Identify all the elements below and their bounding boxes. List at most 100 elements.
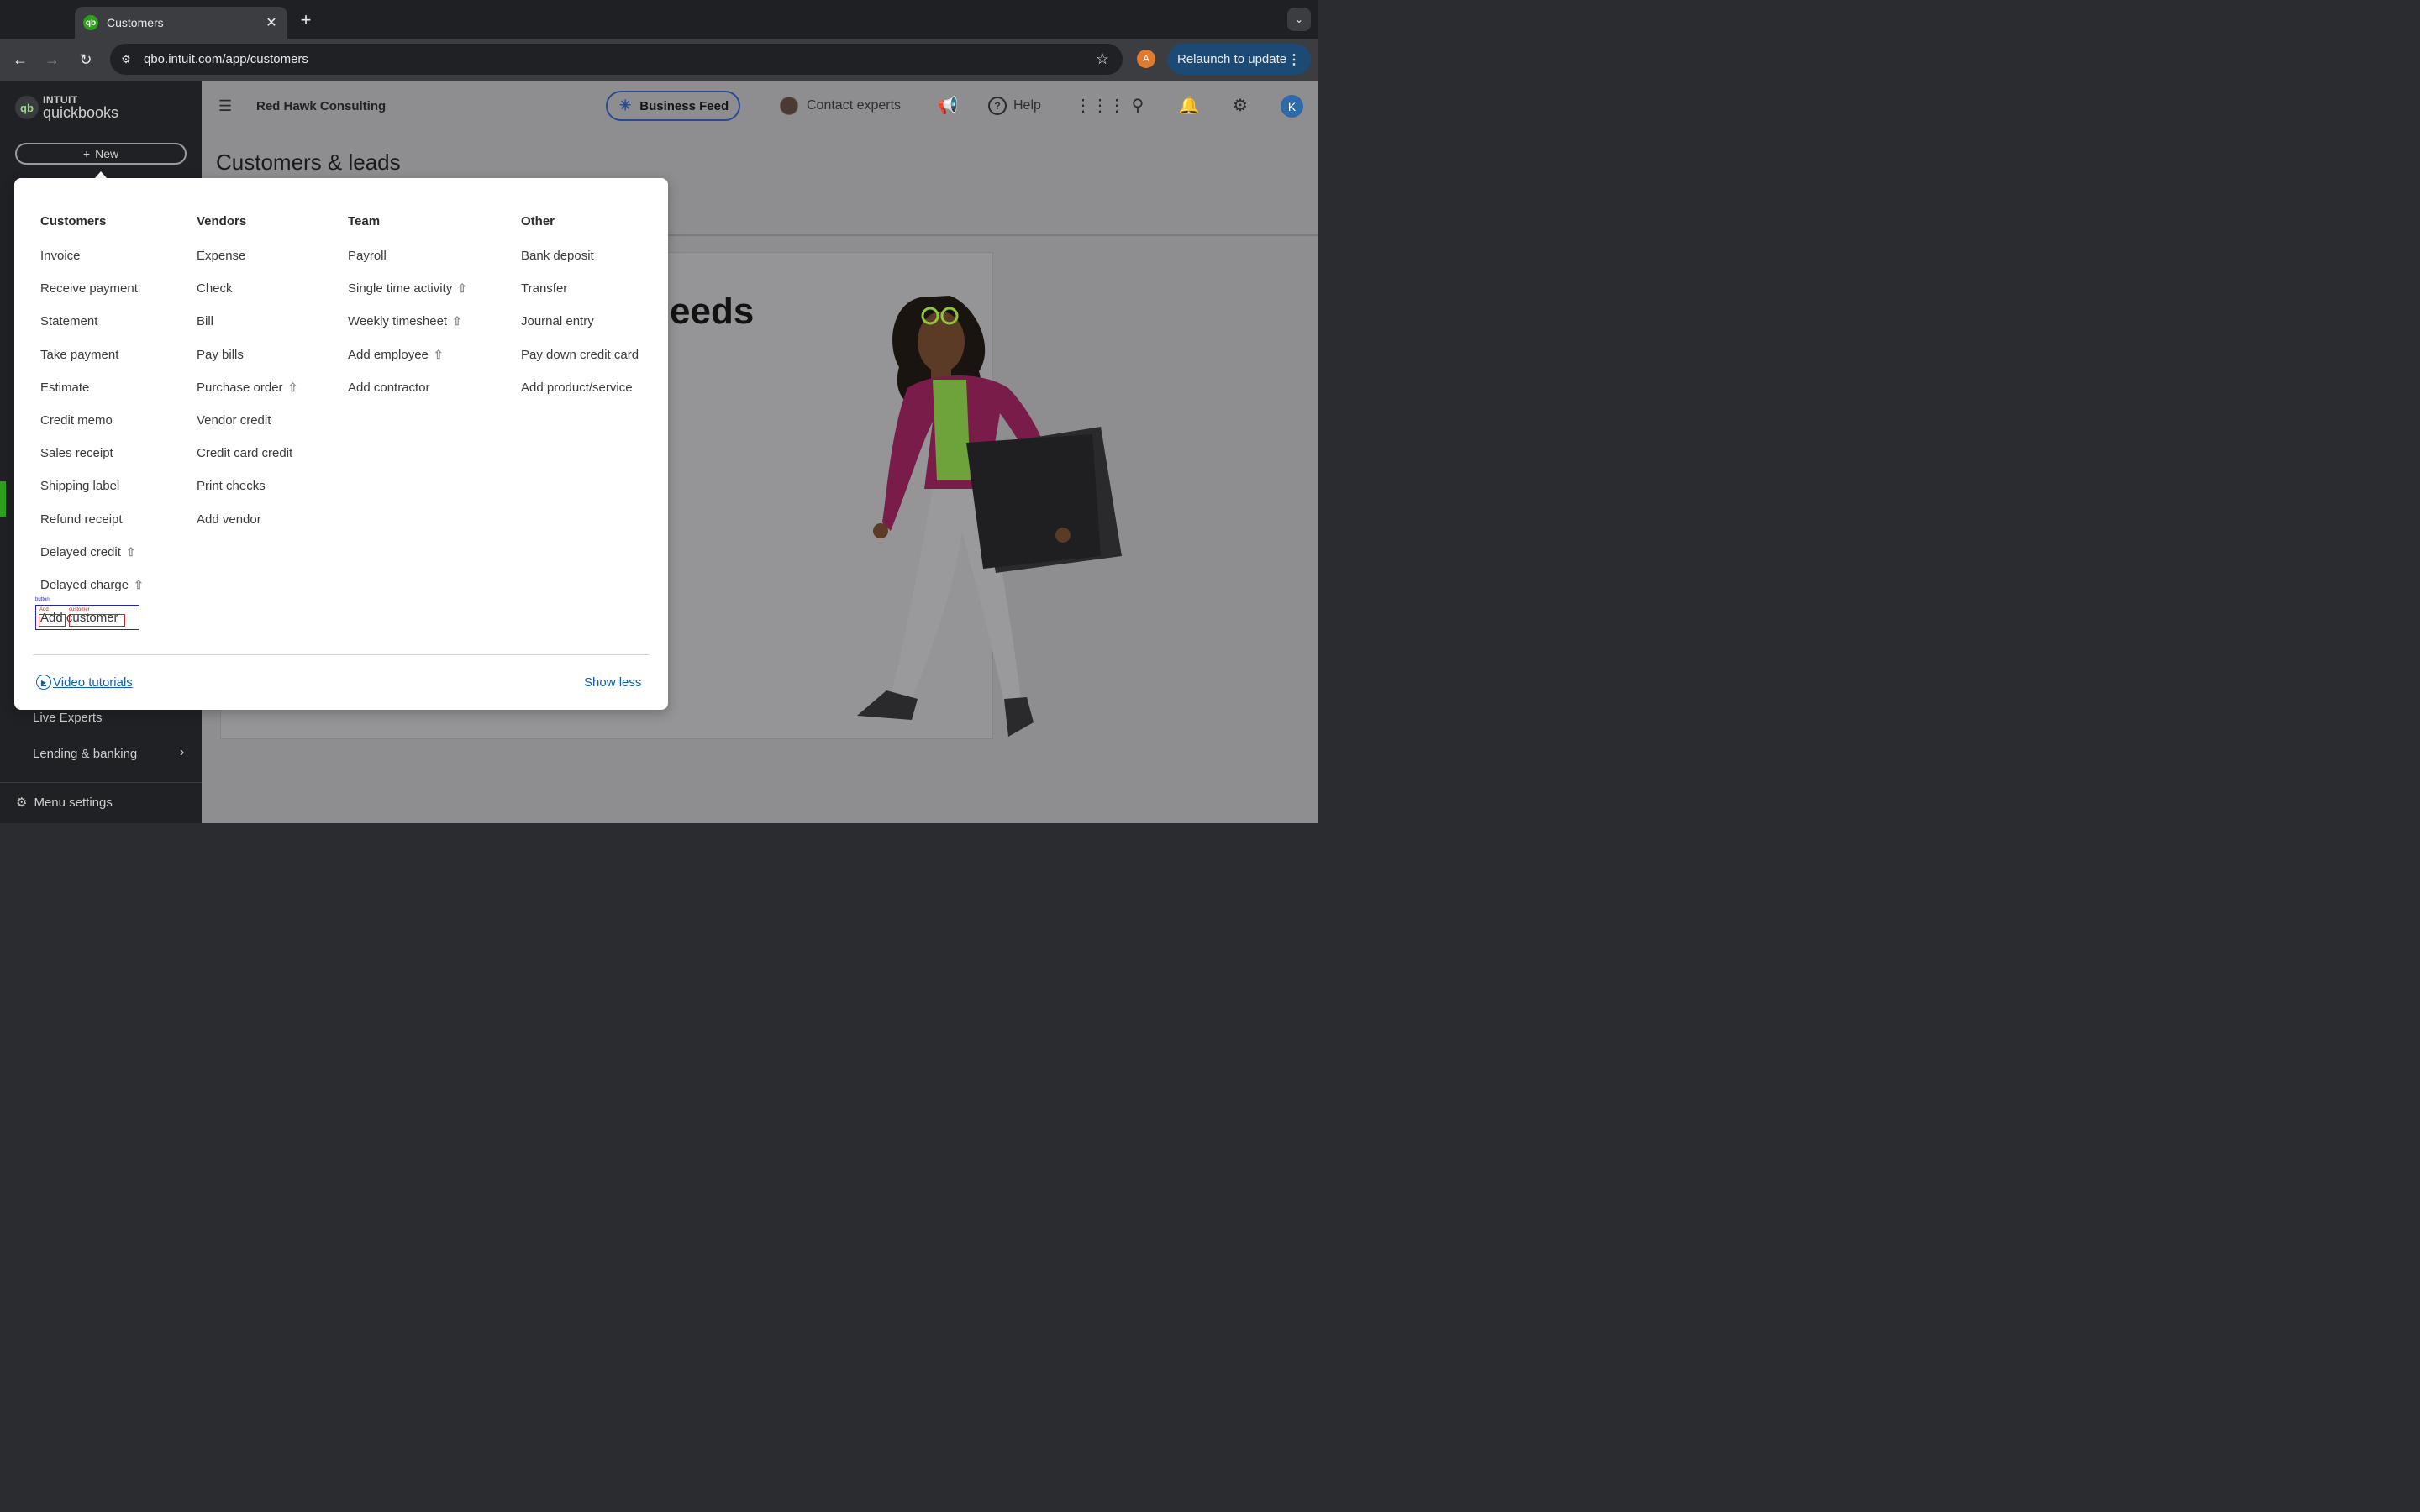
menu-item-invoice[interactable]: Invoice [40, 249, 144, 281]
relaunch-label: Relaunch to update [1177, 52, 1287, 66]
menu-item-refund-receipt[interactable]: Refund receipt [40, 512, 144, 545]
menu-item-label: Check [197, 281, 233, 297]
menu-item-expense[interactable]: Expense [197, 249, 297, 281]
forward-arrow-icon[interactable]: → [40, 48, 64, 71]
upgrade-arrow-icon: ⇧ [452, 314, 462, 328]
gear-icon[interactable]: ⚙ [1228, 95, 1252, 116]
menu-item-estimate[interactable]: Estimate [40, 381, 144, 413]
debug-box-word-add [39, 614, 66, 627]
active-nav-indicator [0, 481, 6, 517]
column-heading: Vendors [197, 214, 247, 228]
profile-avatar[interactable]: A [1137, 50, 1155, 68]
menu-item-credit-card-credit[interactable]: Credit card credit [197, 446, 297, 479]
column-items: Expense Check Bill Pay bills Purchase order ⇧… [197, 249, 297, 545]
menu-item-label: Bill [197, 314, 214, 329]
menu-item-label: Payroll [348, 249, 387, 263]
column-items: Invoice Receive payment Statement Take paym… [40, 249, 144, 643]
reload-icon[interactable]: ↻ [74, 48, 97, 71]
menu-item-label: Single time activity [348, 281, 453, 297]
menu-item-shipping-label[interactable]: Shipping label [40, 479, 144, 512]
new-button-label: New [95, 147, 119, 160]
menu-item-journal-entry[interactable]: Journal entry [521, 314, 639, 347]
business-feed-icon: ✳ [619, 97, 632, 113]
menu-item-statement[interactable]: Statement [40, 314, 144, 347]
menu-item-vendor-credit[interactable]: Vendor credit [197, 413, 297, 446]
video-tutorials-label: Video tutorials [53, 675, 133, 690]
star-icon[interactable]: ☆ [1096, 50, 1109, 68]
menu-item-bank-deposit[interactable]: Bank deposit [521, 249, 639, 281]
business-feed-label: Business Feed [639, 98, 729, 113]
qb-favicon: qb [83, 15, 98, 30]
menu-item-credit-memo[interactable]: Credit memo [40, 413, 144, 446]
menu-item-add-product-service[interactable]: Add product/service [521, 381, 639, 413]
show-less-link[interactable]: Show less [584, 675, 641, 690]
plus-icon: + [82, 147, 91, 160]
url-text[interactable]: qbo.intuit.com/app/customers [144, 52, 1096, 66]
logo-quickbooks-text: quickbooks [43, 104, 119, 121]
menu-item-pay-down-credit-card[interactable]: Pay down credit card [521, 348, 639, 381]
quickbooks-logo[interactable]: qb INTUIT quickbooks [15, 95, 118, 120]
business-feed-button[interactable]: ✳ Business Feed [606, 91, 740, 121]
menu-item-transfer[interactable]: Transfer [521, 281, 639, 314]
upgrade-arrow-icon: ⇧ [125, 544, 136, 559]
menu-item-label: Statement [40, 314, 98, 329]
contact-experts-button[interactable]: Contact experts [780, 97, 901, 115]
menu-item-label: Vendor credit [197, 412, 271, 428]
browser-tab-bar: qb Customers ✕ + ⌄ [0, 0, 1318, 39]
menu-item-single-time-activity[interactable]: Single time activity ⇧ [348, 281, 467, 314]
menu-item-weekly-timesheet[interactable]: Weekly timesheet ⇧ [348, 314, 467, 347]
menu-item-purchase-order[interactable]: Purchase order ⇧ [197, 381, 297, 413]
page-title: Customers & leads [216, 150, 401, 175]
bell-icon[interactable]: 🔔 [1177, 95, 1201, 116]
user-avatar[interactable]: K [1281, 95, 1303, 118]
video-tutorials-link[interactable]: ▶ Video tutorials [36, 675, 133, 690]
plus-icon[interactable]: + [296, 9, 316, 31]
site-info-icon[interactable]: ⚙ [117, 50, 135, 69]
collapse-menu-icon[interactable]: ☰ [218, 97, 232, 115]
menu-item-label: Purchase order [197, 380, 283, 395]
help-button[interactable]: ? Help [988, 97, 1041, 115]
menu-item-label: Delayed credit [40, 544, 121, 559]
megaphone-icon[interactable]: 📢 [936, 95, 960, 116]
relaunch-button[interactable]: Relaunch to update ⋮ [1167, 44, 1311, 75]
browser-tab[interactable]: qb Customers ✕ [75, 7, 287, 39]
new-button[interactable]: + New [15, 143, 187, 165]
back-arrow-icon[interactable]: ← [8, 48, 32, 71]
menu-item-print-checks[interactable]: Print checks [197, 479, 297, 512]
menu-item-label: Take payment [40, 347, 119, 362]
menu-item-label: Shipping label [40, 479, 120, 494]
search-icon[interactable]: ⚲ [1126, 95, 1150, 116]
menu-item-payroll[interactable]: Payroll [348, 249, 467, 281]
dropdown-divider [33, 654, 650, 655]
menu-column-other: Other Bank deposit Transfer Journal entry P… [521, 214, 639, 413]
menu-item-add-employee[interactable]: Add employee ⇧ [348, 348, 467, 381]
address-bar[interactable]: ⚙ qbo.intuit.com/app/customers ☆ [110, 44, 1123, 75]
menu-item-check[interactable]: Check [197, 281, 297, 314]
menu-item-bill[interactable]: Bill [197, 314, 297, 347]
menu-item-receive-payment[interactable]: Receive payment [40, 281, 144, 314]
menu-item-sales-receipt[interactable]: Sales receipt [40, 446, 144, 479]
upgrade-arrow-icon: ⇧ [457, 281, 467, 296]
menu-item-label: Refund receipt [40, 512, 123, 527]
sidebar-item-lending-banking[interactable]: Lending & banking [33, 747, 137, 761]
menu-item-label: Estimate [40, 380, 90, 395]
menu-item-add-contractor[interactable]: Add contractor [348, 381, 467, 413]
chevron-right-icon[interactable]: › [180, 745, 184, 760]
menu-item-add-vendor[interactable]: Add vendor [197, 512, 297, 545]
woman-walking-illustration [857, 296, 1122, 737]
sidebar-item-live-experts[interactable]: Live Experts [33, 711, 103, 725]
menu-item-pay-bills[interactable]: Pay bills [197, 348, 297, 381]
menu-item-take-payment[interactable]: Take payment [40, 348, 144, 381]
app-grid-icon[interactable]: ⋮⋮⋮ [1075, 95, 1125, 116]
menu-item-label: Weekly timesheet [348, 314, 448, 329]
menu-item-label: Add employee [348, 347, 429, 362]
chevron-down-icon[interactable]: ⌄ [1287, 8, 1311, 31]
upgrade-arrow-icon: ⇧ [134, 577, 144, 591]
menu-column-customers: Customers Invoice Receive payment Statemen… [40, 214, 144, 643]
close-icon[interactable]: ✕ [264, 14, 279, 31]
browser-toolbar: ← → ↻ ⚙ qbo.intuit.com/app/customers ☆ A… [0, 39, 1318, 81]
menu-settings-button[interactable]: ⚙ Menu settings [16, 795, 113, 811]
menu-item-delayed-credit[interactable]: Delayed credit ⇧ [40, 545, 144, 578]
menu-item-label: Add contractor [348, 380, 430, 395]
kebab-menu-icon[interactable]: ⋮ [1287, 51, 1301, 68]
